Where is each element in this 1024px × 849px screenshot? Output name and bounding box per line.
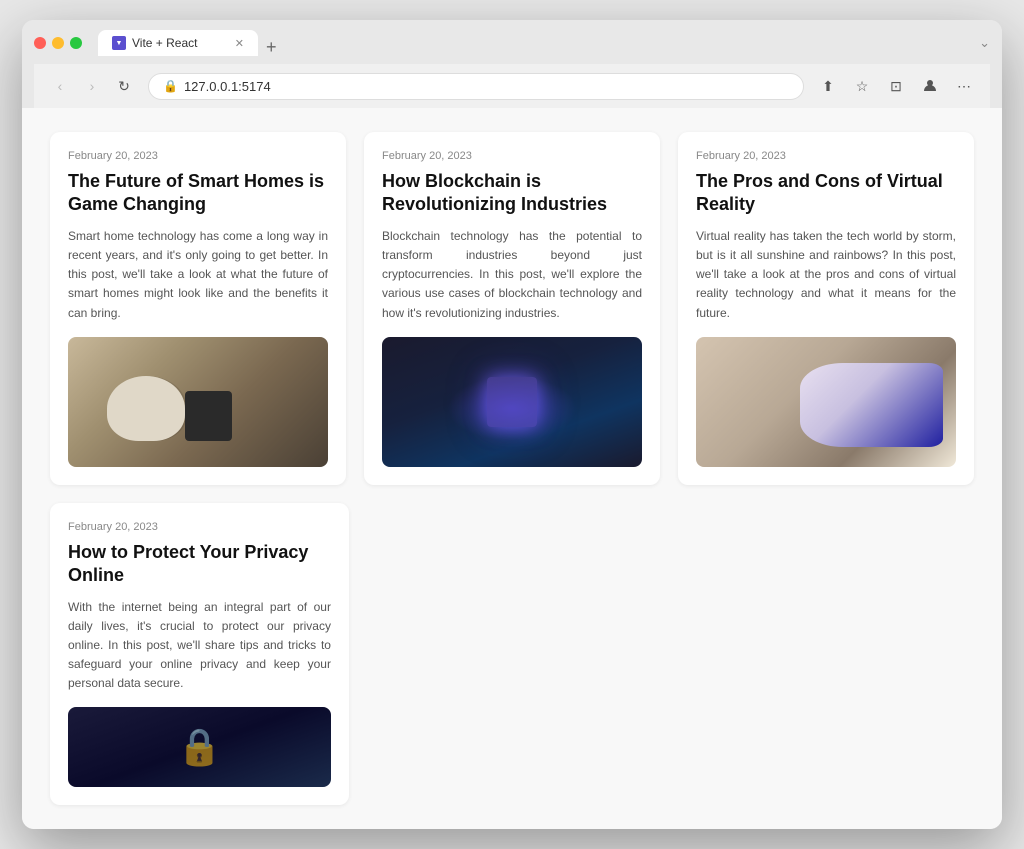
blockchain-image [382,337,642,467]
blog-card-1[interactable]: February 20, 2023 The Future of Smart Ho… [50,132,346,485]
back-button[interactable]: ‹ [46,72,74,100]
browser-titlebar: Vite + React ✕ + ⌄ ‹ › ↻ 🔒 127.0.0.1:517… [22,20,1002,108]
card-2-image [382,337,642,467]
card-3-date: February 20, 2023 [696,150,956,162]
tab-close-button[interactable]: ✕ [235,37,244,50]
reload-button[interactable]: ↻ [110,72,138,100]
card-3-image [696,337,956,467]
maximize-button[interactable] [70,37,82,49]
traffic-lights [34,37,82,49]
card-2-date: February 20, 2023 [382,150,642,162]
toolbar-actions: ⬆ ☆ ⊡ ⋯ [814,72,978,100]
blog-card-3[interactable]: February 20, 2023 The Pros and Cons of V… [678,132,974,485]
window-controls: ⌄ [979,35,990,51]
close-button[interactable] [34,37,46,49]
card-1-excerpt: Smart home technology has come a long wa… [68,227,328,323]
lock-icon: 🔒 [163,79,178,93]
address-bar[interactable]: 🔒 127.0.0.1:5174 [148,73,804,100]
blog-card-4[interactable]: February 20, 2023 How to Protect Your Pr… [50,503,349,806]
share-button[interactable]: ⬆ [814,72,842,100]
privacy-image [68,707,331,787]
tab-bar: Vite + React ✕ + [98,30,971,56]
more-button[interactable]: ⋯ [950,72,978,100]
card-2-excerpt: Blockchain technology has the potential … [382,227,642,323]
card-4-date: February 20, 2023 [68,521,331,533]
nav-buttons: ‹ › ↻ [46,72,138,100]
bookmark-button[interactable]: ☆ [848,72,876,100]
smart-home-image [68,337,328,467]
blog-grid: February 20, 2023 The Future of Smart Ho… [50,132,974,485]
forward-button[interactable]: › [78,72,106,100]
card-1-image [68,337,328,467]
card-1-date: February 20, 2023 [68,150,328,162]
url-text: 127.0.0.1:5174 [184,79,271,94]
card-3-excerpt: Virtual reality has taken the tech world… [696,227,956,323]
card-1-title: The Future of Smart Homes is Game Changi… [68,170,328,217]
browser-toolbar: ‹ › ↻ 🔒 127.0.0.1:5174 ⬆ ☆ ⊡ ⋯ [34,64,990,108]
minimize-button[interactable] [52,37,64,49]
card-4-title: How to Protect Your Privacy Online [68,541,331,588]
active-tab[interactable]: Vite + React ✕ [98,30,258,56]
blog-card-2[interactable]: February 20, 2023 How Blockchain is Revo… [364,132,660,485]
card-4-image [68,707,331,787]
card-2-title: How Blockchain is Revolutionizing Indust… [382,170,642,217]
card-3-title: The Pros and Cons of Virtual Reality [696,170,956,217]
tab-favicon [112,36,126,50]
card-4-excerpt: With the internet being an integral part… [68,598,331,694]
tab-title: Vite + React [132,36,197,50]
new-tab-button[interactable]: + [260,38,283,56]
bottom-row: February 20, 2023 How to Protect Your Pr… [50,503,974,806]
browser-window: Vite + React ✕ + ⌄ ‹ › ↻ 🔒 127.0.0.1:517… [22,20,1002,829]
profile-button[interactable] [916,72,944,100]
vr-image [696,337,956,467]
reader-view-button[interactable]: ⊡ [882,72,910,100]
page-content: February 20, 2023 The Future of Smart Ho… [22,108,1002,829]
